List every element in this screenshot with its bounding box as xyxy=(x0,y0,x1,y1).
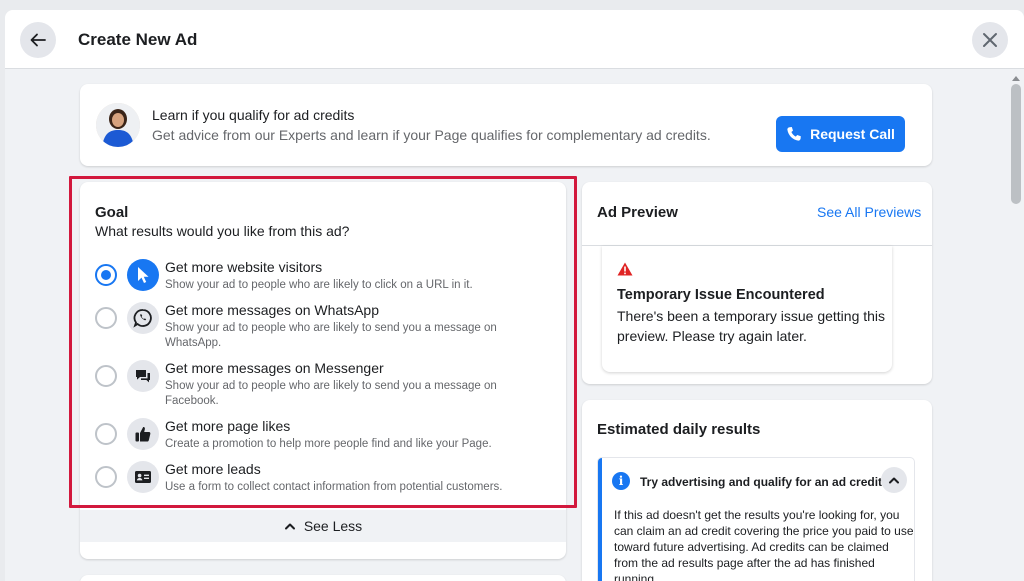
promo-subtitle: Get advice from our Experts and learn if… xyxy=(152,127,711,143)
chevron-up-icon xyxy=(284,523,295,530)
scrollbar-thumb[interactable] xyxy=(1011,84,1021,204)
ad-preview-section: Ad Preview See All Previews Temporary Is… xyxy=(582,182,932,384)
option-description: Show your ad to people who are likely to… xyxy=(165,279,473,291)
error-message: There's been a temporary issue getting t… xyxy=(617,308,886,344)
page-title: Create New Ad xyxy=(78,30,198,49)
contact-card-icon xyxy=(127,461,159,493)
error-title: Temporary Issue Encountered xyxy=(617,287,825,303)
see-less-button[interactable]: See Less xyxy=(80,510,566,542)
option-label: Get more leads xyxy=(165,461,261,477)
option-label: Get more page likes xyxy=(165,418,291,434)
close-icon xyxy=(983,33,997,47)
see-all-previews-link[interactable]: See All Previews xyxy=(817,204,921,220)
option-label: Get more website visitors xyxy=(165,259,323,275)
radio-unselected[interactable] xyxy=(95,365,117,387)
preview-error-box: Temporary Issue Encountered There's been… xyxy=(602,246,892,372)
close-button[interactable] xyxy=(972,22,1008,58)
goal-title: Goal xyxy=(95,204,129,221)
create-ad-dialog: Create New Ad Learn if you qualify for a… xyxy=(5,10,1024,581)
goal-subtitle: What results would you like from this ad… xyxy=(95,223,350,239)
back-button[interactable] xyxy=(20,22,56,58)
option-label: Get more messages on Messenger xyxy=(165,360,384,376)
ad-preview-title: Ad Preview xyxy=(597,204,678,221)
see-less-label: See Less xyxy=(303,518,363,534)
radio-selected[interactable] xyxy=(95,264,117,286)
option-description: Create a promotion to help more people f… xyxy=(165,438,492,450)
phone-icon xyxy=(787,127,801,141)
tip-text: If this ad doesn't get the results you'r… xyxy=(614,508,914,581)
whatsapp-icon xyxy=(127,302,159,334)
arrow-left-icon xyxy=(30,33,46,47)
scroll-up-arrow[interactable] xyxy=(1012,76,1020,81)
radio-unselected[interactable] xyxy=(95,466,117,488)
next-section-card xyxy=(80,575,566,581)
ad-credits-promo: Learn if you qualify for ad credits Get … xyxy=(80,84,932,166)
option-description: Show your ad to people who are likely to… xyxy=(165,380,497,407)
radio-unselected[interactable] xyxy=(95,307,117,329)
option-description: Use a form to collect contact informatio… xyxy=(165,481,503,493)
ad-credit-tip: i Try advertising and qualify for an ad … xyxy=(598,458,914,581)
thumbs-up-icon xyxy=(127,418,159,450)
option-label: Get more messages on WhatsApp xyxy=(165,302,379,318)
tip-title: Try advertising and qualify for an ad cr… xyxy=(640,475,883,489)
request-call-button[interactable]: Request Call xyxy=(776,116,905,152)
goal-section: Goal What results would you like from th… xyxy=(80,182,566,559)
chevron-up-icon xyxy=(889,477,899,484)
promo-title: Learn if you qualify for ad credits xyxy=(152,107,355,123)
radio-unselected[interactable] xyxy=(95,423,117,445)
results-title: Estimated daily results xyxy=(597,421,761,438)
option-description: Show your ad to people who are likely to… xyxy=(165,322,497,349)
scrollbar[interactable] xyxy=(1008,70,1024,581)
info-icon: i xyxy=(612,472,630,490)
estimated-results-section: Estimated daily results i Try advertisin… xyxy=(582,400,932,581)
dialog-header: Create New Ad xyxy=(5,10,1024,69)
cursor-icon xyxy=(127,259,159,291)
collapse-tip-button[interactable] xyxy=(881,467,907,493)
warning-icon xyxy=(617,262,633,276)
expert-avatar xyxy=(96,103,140,147)
request-call-label: Request Call xyxy=(810,126,895,142)
messenger-icon xyxy=(127,360,159,392)
